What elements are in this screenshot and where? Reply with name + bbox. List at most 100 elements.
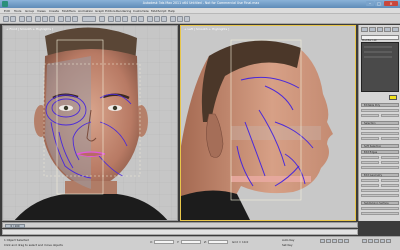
modifier-list-label[interactable]: Modifier List [362, 39, 377, 42]
panel-row[interactable] [381, 161, 399, 164]
hierarchy-tab-icon[interactable] [376, 27, 384, 32]
render-setup-icon[interactable] [177, 16, 183, 22]
menu-views[interactable]: Views [37, 9, 46, 13]
panel-row[interactable] [361, 166, 399, 169]
auto-key-button[interactable]: Auto Key [282, 238, 294, 242]
menu-help[interactable]: Help [168, 9, 175, 13]
minimize-button[interactable]: – [366, 1, 374, 6]
command-panel-tabs [361, 27, 399, 32]
pan-icon[interactable] [374, 239, 379, 243]
track-bar[interactable] [2, 229, 358, 235]
left-viewport[interactable]: + Left | Smooth + Highlights ] [180, 25, 356, 221]
menu-graph-editors[interactable]: Graph Editors [95, 9, 116, 13]
panel-row[interactable] [381, 114, 399, 117]
rollout-edit-geometry[interactable]: Edit Geometry [361, 173, 399, 177]
render-icon[interactable] [184, 16, 190, 22]
menu-modifiers[interactable]: Modifiers [62, 9, 76, 13]
curve-editor-icon[interactable] [154, 16, 160, 22]
set-key-button[interactable]: Set Key [282, 243, 293, 247]
panel-row[interactable] [361, 127, 399, 130]
modify-tab-icon[interactable] [368, 27, 376, 32]
panel-row[interactable] [361, 189, 399, 192]
zoom-all-icon[interactable] [368, 239, 373, 243]
time-slider[interactable]: 0 / 100 [2, 222, 358, 228]
maximize-button[interactable]: □ [375, 1, 383, 6]
z-coordinate-label: Z: [204, 240, 207, 244]
orbit-icon[interactable] [380, 239, 385, 243]
next-frame-icon[interactable] [338, 239, 343, 243]
menu-customize[interactable]: Customize [133, 9, 149, 13]
object-color-swatch[interactable] [389, 95, 397, 100]
front-viewport-label[interactable]: + Front | Smooth + Highlights ] [6, 27, 53, 31]
menu-group[interactable]: Group [25, 9, 34, 13]
goto-start-icon[interactable] [320, 239, 325, 243]
menu-tools[interactable]: Tools [14, 9, 21, 13]
panel-row[interactable] [361, 194, 399, 197]
move-icon[interactable] [58, 16, 64, 22]
menu-rendering[interactable]: Rendering [116, 9, 131, 13]
panel-row[interactable] [381, 137, 399, 140]
panel-row[interactable] [361, 179, 379, 182]
unlink-icon[interactable] [26, 16, 32, 22]
undo-icon[interactable] [3, 16, 9, 22]
panel-row[interactable] [361, 184, 379, 187]
menu-animation[interactable]: Animation [78, 9, 93, 13]
zoom-icon[interactable] [362, 239, 367, 243]
pivot-icon[interactable] [99, 16, 105, 22]
motion-tab-icon[interactable] [384, 27, 392, 32]
panel-row[interactable] [361, 137, 379, 140]
panel-row[interactable] [361, 109, 399, 112]
rollout-soft-selection[interactable]: Soft Selection [361, 144, 399, 148]
panel-row[interactable] [361, 114, 379, 117]
time-slider-thumb[interactable]: 0 / 100 [5, 223, 25, 228]
left-viewport-label[interactable]: + Left | Smooth + Highlights ] [184, 27, 229, 31]
modifier-stack[interactable] [361, 42, 399, 92]
panel-row[interactable] [361, 156, 379, 159]
schematic-view-icon[interactable] [161, 16, 167, 22]
panel-row[interactable] [381, 156, 399, 159]
play-icon[interactable] [332, 239, 337, 243]
percent-snap-icon[interactable] [122, 16, 128, 22]
front-viewport[interactable]: + Front | Smooth + Highlights ] [2, 25, 178, 221]
angle-snap-icon[interactable] [115, 16, 121, 22]
maximize-viewport-icon[interactable] [386, 239, 391, 243]
panel-row[interactable] [361, 161, 379, 164]
menu-maxscript[interactable]: MAXScript [151, 9, 166, 13]
goto-end-icon[interactable] [344, 239, 349, 243]
close-button[interactable]: × [384, 1, 398, 6]
panel-row[interactable] [361, 207, 399, 210]
link-icon[interactable] [19, 16, 25, 22]
rollout-selection[interactable]: Selection [361, 121, 399, 125]
create-tab-icon[interactable] [361, 27, 368, 32]
panel-row[interactable] [361, 132, 399, 135]
rollout-editable-poly[interactable]: Editable Poly [361, 103, 399, 107]
scale-icon[interactable] [72, 16, 78, 22]
previous-frame-icon[interactable] [326, 239, 331, 243]
rollout-subdivision-label: Subdivision Surface [364, 202, 389, 205]
mirror-icon[interactable] [131, 16, 137, 22]
y-coordinate-field[interactable] [181, 240, 201, 244]
command-panel: Modifier List Editable Poly Selection So… [358, 25, 400, 221]
z-coordinate-field[interactable] [208, 240, 228, 244]
layer-manager-icon[interactable] [147, 16, 153, 22]
menu-edit[interactable]: Edit [4, 9, 10, 13]
rollout-soft-selection-label: Soft Selection [364, 145, 382, 148]
app-icon[interactable] [2, 1, 8, 7]
align-icon[interactable] [138, 16, 144, 22]
panel-row[interactable] [381, 179, 399, 182]
select-by-name-icon[interactable] [42, 16, 48, 22]
rotate-icon[interactable] [65, 16, 71, 22]
x-coordinate-field[interactable] [154, 240, 174, 244]
snap-icon[interactable] [108, 16, 114, 22]
select-icon[interactable] [35, 16, 41, 22]
material-editor-icon[interactable] [170, 16, 176, 22]
display-tab-icon[interactable] [392, 27, 399, 32]
menu-create[interactable]: Create [49, 9, 59, 13]
rollout-edit-edges[interactable]: Edit Edges [361, 150, 399, 154]
panel-row[interactable] [361, 212, 399, 215]
panel-row[interactable] [381, 184, 399, 187]
rollout-subdivision[interactable]: Subdivision Surface [361, 201, 399, 205]
reference-coordinate-dropdown[interactable] [82, 16, 96, 22]
region-select-icon[interactable] [49, 16, 55, 22]
redo-icon[interactable] [10, 16, 16, 22]
